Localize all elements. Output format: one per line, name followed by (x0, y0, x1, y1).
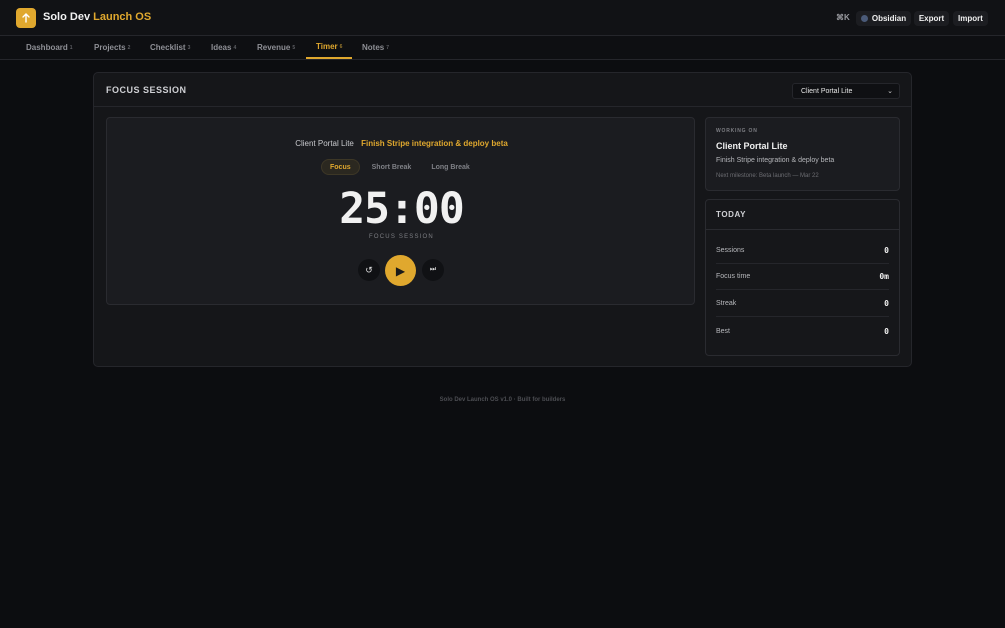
mode-short-break[interactable]: Short Break (364, 159, 420, 175)
working-on-panel: WORKING ON Client Portal Lite Finish Str… (705, 117, 900, 191)
current-task-line: Client Portal Lite Finish Stripe integra… (107, 139, 696, 148)
working-on-label: WORKING ON (716, 128, 758, 134)
tab-label: Checklist (150, 43, 186, 52)
tab-shortcut: 4 (233, 44, 237, 51)
stat-label: Sessions (716, 247, 745, 254)
stat-value: 0 (884, 299, 889, 308)
tab-projects[interactable]: Projects 2 (94, 36, 130, 59)
tab-timer[interactable]: Timer 6 (306, 36, 353, 59)
stat-value: 0 (884, 246, 889, 255)
stat-value: 0 (884, 326, 889, 336)
tab-shortcut: 3 (187, 44, 191, 51)
working-on-task: Finish Stripe integration & deploy beta (716, 157, 835, 164)
footer: Solo Dev Launch OS v1.0 · Built for buil… (439, 397, 566, 403)
current-project: Client Portal Lite (295, 139, 354, 148)
export-button[interactable]: Export (914, 11, 949, 26)
current-task: Finish Stripe integration & deploy beta (361, 139, 508, 148)
reset-icon: ↺ (365, 264, 373, 275)
app-title: Solo Dev Launch OS (43, 11, 151, 23)
tab-label: Dashboard (26, 43, 68, 52)
top-bar: Solo Dev Launch OS ⌘K Obsidian Export Im… (0, 0, 1005, 36)
play-button[interactable]: ▶ (385, 255, 416, 286)
timer-label: FOCUS SESSION (369, 234, 434, 240)
tab-ideas[interactable]: Ideas 4 (211, 36, 236, 59)
app-title-main: Solo Dev (43, 11, 91, 23)
chevron-down-icon: ⌄ (887, 88, 893, 95)
tab-dashboard[interactable]: Dashboard 1 (26, 36, 73, 59)
next-milestone: Next milestone: Beta launch — Mar 22 (716, 173, 819, 179)
stat-label: Best (716, 327, 731, 335)
timer-display: 25:00 (339, 184, 464, 234)
stat-row-best: Best 0 (716, 318, 889, 344)
tab-shortcut: 1 (69, 44, 73, 51)
tab-label: Timer (316, 42, 338, 51)
mode-tabs: Focus Short Break Long Break (321, 159, 478, 175)
skip-icon: ⏭ (429, 266, 437, 273)
tab-label: Notes (362, 43, 385, 52)
timer-panel: Client Portal Lite Finish Stripe integra… (106, 117, 695, 305)
stat-row-focus-time: Focus time 0m (716, 264, 889, 290)
project-select[interactable]: Client Portal Lite ⌄ (792, 83, 900, 99)
tab-shortcut: 7 (386, 44, 390, 51)
stat-row-streak: Streak 0 (716, 291, 889, 317)
skip-button[interactable]: ⏭ (422, 259, 444, 281)
obsidian-button[interactable]: Obsidian (856, 11, 911, 26)
tab-notes[interactable]: Notes 7 (362, 36, 389, 59)
arrow-up-icon (22, 13, 30, 23)
today-title: TODAY (716, 210, 747, 219)
stat-label: Streak (716, 300, 737, 307)
tab-shortcut: 6 (339, 43, 343, 50)
divider (706, 229, 899, 230)
stat-value: 0m (879, 272, 889, 281)
main-nav: Dashboard 1 Projects 2 Checklist 3 Ideas 4 R… (0, 36, 1005, 60)
project-select-value: Client Portal Lite (801, 87, 853, 95)
tab-checklist[interactable]: Checklist 3 (150, 36, 190, 59)
tab-revenue[interactable]: Revenue 5 (257, 36, 295, 59)
tab-label: Revenue (257, 43, 291, 52)
card-header: FOCUS SESSION Client Portal Lite ⌄ (94, 73, 911, 107)
reset-button[interactable]: ↺ (358, 259, 380, 281)
stat-row-sessions: Sessions 0 (716, 238, 889, 264)
working-on-project: Client Portal Lite (716, 141, 788, 151)
obsidian-label: Obsidian (871, 14, 907, 23)
obsidian-icon (860, 15, 868, 22)
tab-label: Ideas (211, 43, 232, 52)
focus-session-card: FOCUS SESSION Client Portal Lite ⌄ Clien… (93, 72, 912, 367)
card-title: FOCUS SESSION (106, 85, 187, 95)
tab-shortcut: 5 (292, 44, 296, 51)
command-palette-shortcut[interactable]: ⌘K (836, 13, 850, 22)
play-icon: ▶ (395, 263, 406, 278)
tab-label: Projects (94, 43, 126, 52)
app-title-accent: Launch OS (93, 11, 152, 23)
mode-focus[interactable]: Focus (321, 159, 360, 175)
mode-long-break[interactable]: Long Break (423, 159, 478, 175)
today-panel: TODAY Sessions 0 Focus time 0m Streak 0 … (705, 199, 900, 356)
stat-label: Focus time (716, 273, 751, 280)
tab-shortcut: 2 (127, 44, 131, 51)
app-logo[interactable] (16, 8, 36, 28)
import-button[interactable]: Import (953, 11, 988, 26)
